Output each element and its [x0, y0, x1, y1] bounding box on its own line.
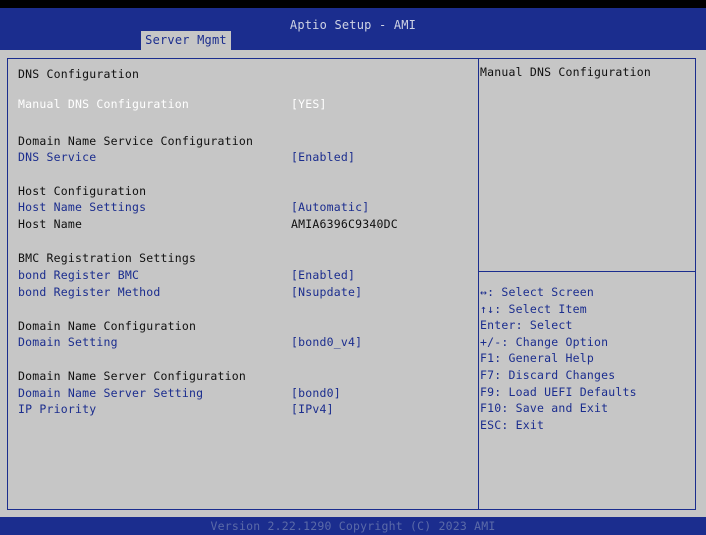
host-name-settings-label[interactable]: Host Name Settings: [18, 200, 146, 215]
key-save-exit: F10: Save and Exit: [480, 401, 609, 416]
app-title: Aptio Setup - AMI: [289, 18, 417, 32]
key-discard-changes: F7: Discard Changes: [480, 367, 616, 382]
dns-server-setting-label[interactable]: Domain Name Server Setting: [18, 386, 203, 401]
key-legend: ↔: Select Screen ↑↓: Select Item Enter: …: [480, 284, 637, 433]
domain-setting-label[interactable]: Domain Setting: [18, 335, 118, 350]
bios-header: Aptio Setup - AMI Server Mgmt: [0, 8, 706, 50]
bmc-registration-heading: BMC Registration Settings: [18, 251, 197, 265]
bond-register-method-label[interactable]: bond Register Method: [18, 285, 160, 300]
bond-register-method-value[interactable]: [Nsupdate]: [291, 285, 362, 300]
host-name-settings-value[interactable]: [Automatic]: [291, 200, 369, 215]
column-divider: [478, 59, 479, 509]
manual-dns-value[interactable]: [YES]: [291, 97, 327, 112]
key-enter-select: Enter: Select: [480, 318, 573, 333]
host-name-label: Host Name: [18, 217, 83, 231]
domain-service-heading: Domain Name Service Configuration: [18, 134, 254, 148]
manual-dns-label[interactable]: Manual DNS Configuration: [18, 97, 189, 112]
help-text: Manual DNS Configuration: [480, 65, 651, 79]
bond-register-bmc-label[interactable]: bond Register BMC: [18, 268, 139, 283]
domain-name-config-heading: Domain Name Configuration: [18, 319, 197, 333]
key-load-defaults: F9: Load UEFI Defaults: [480, 384, 637, 399]
domain-setting-value[interactable]: [bond0_v4]: [291, 335, 362, 350]
top-edge-bar: [0, 0, 706, 8]
host-config-heading: Host Configuration: [18, 184, 147, 198]
host-name-value: AMIA6396C9340DC: [291, 217, 398, 231]
setup-panel: DNS Configuration Manual DNS Configurati…: [0, 50, 706, 517]
ip-priority-value[interactable]: [IPv4]: [291, 402, 334, 417]
page-heading: DNS Configuration: [18, 67, 140, 81]
ip-priority-label[interactable]: IP Priority: [18, 402, 96, 417]
bond-register-bmc-value[interactable]: [Enabled]: [291, 268, 355, 283]
key-change-option: +/-: Change Option: [480, 334, 609, 349]
key-select-item: ↑↓: Select Item: [480, 301, 587, 316]
key-general-help: F1: General Help: [480, 351, 594, 366]
dns-service-value[interactable]: [Enabled]: [291, 150, 355, 165]
key-select-screen: ↔: Select Screen: [480, 285, 594, 299]
key-esc-exit: ESC: Exit: [480, 417, 545, 432]
help-divider: [479, 271, 695, 272]
version-footer: Version 2.22.1290 Copyright (C) 2023 AMI: [0, 517, 706, 535]
dns-server-config-heading: Domain Name Server Configuration: [18, 369, 246, 383]
dns-server-setting-value[interactable]: [bond0]: [291, 386, 341, 401]
tab-server-mgmt[interactable]: Server Mgmt: [141, 31, 231, 50]
dns-service-label[interactable]: DNS Service: [18, 150, 96, 165]
